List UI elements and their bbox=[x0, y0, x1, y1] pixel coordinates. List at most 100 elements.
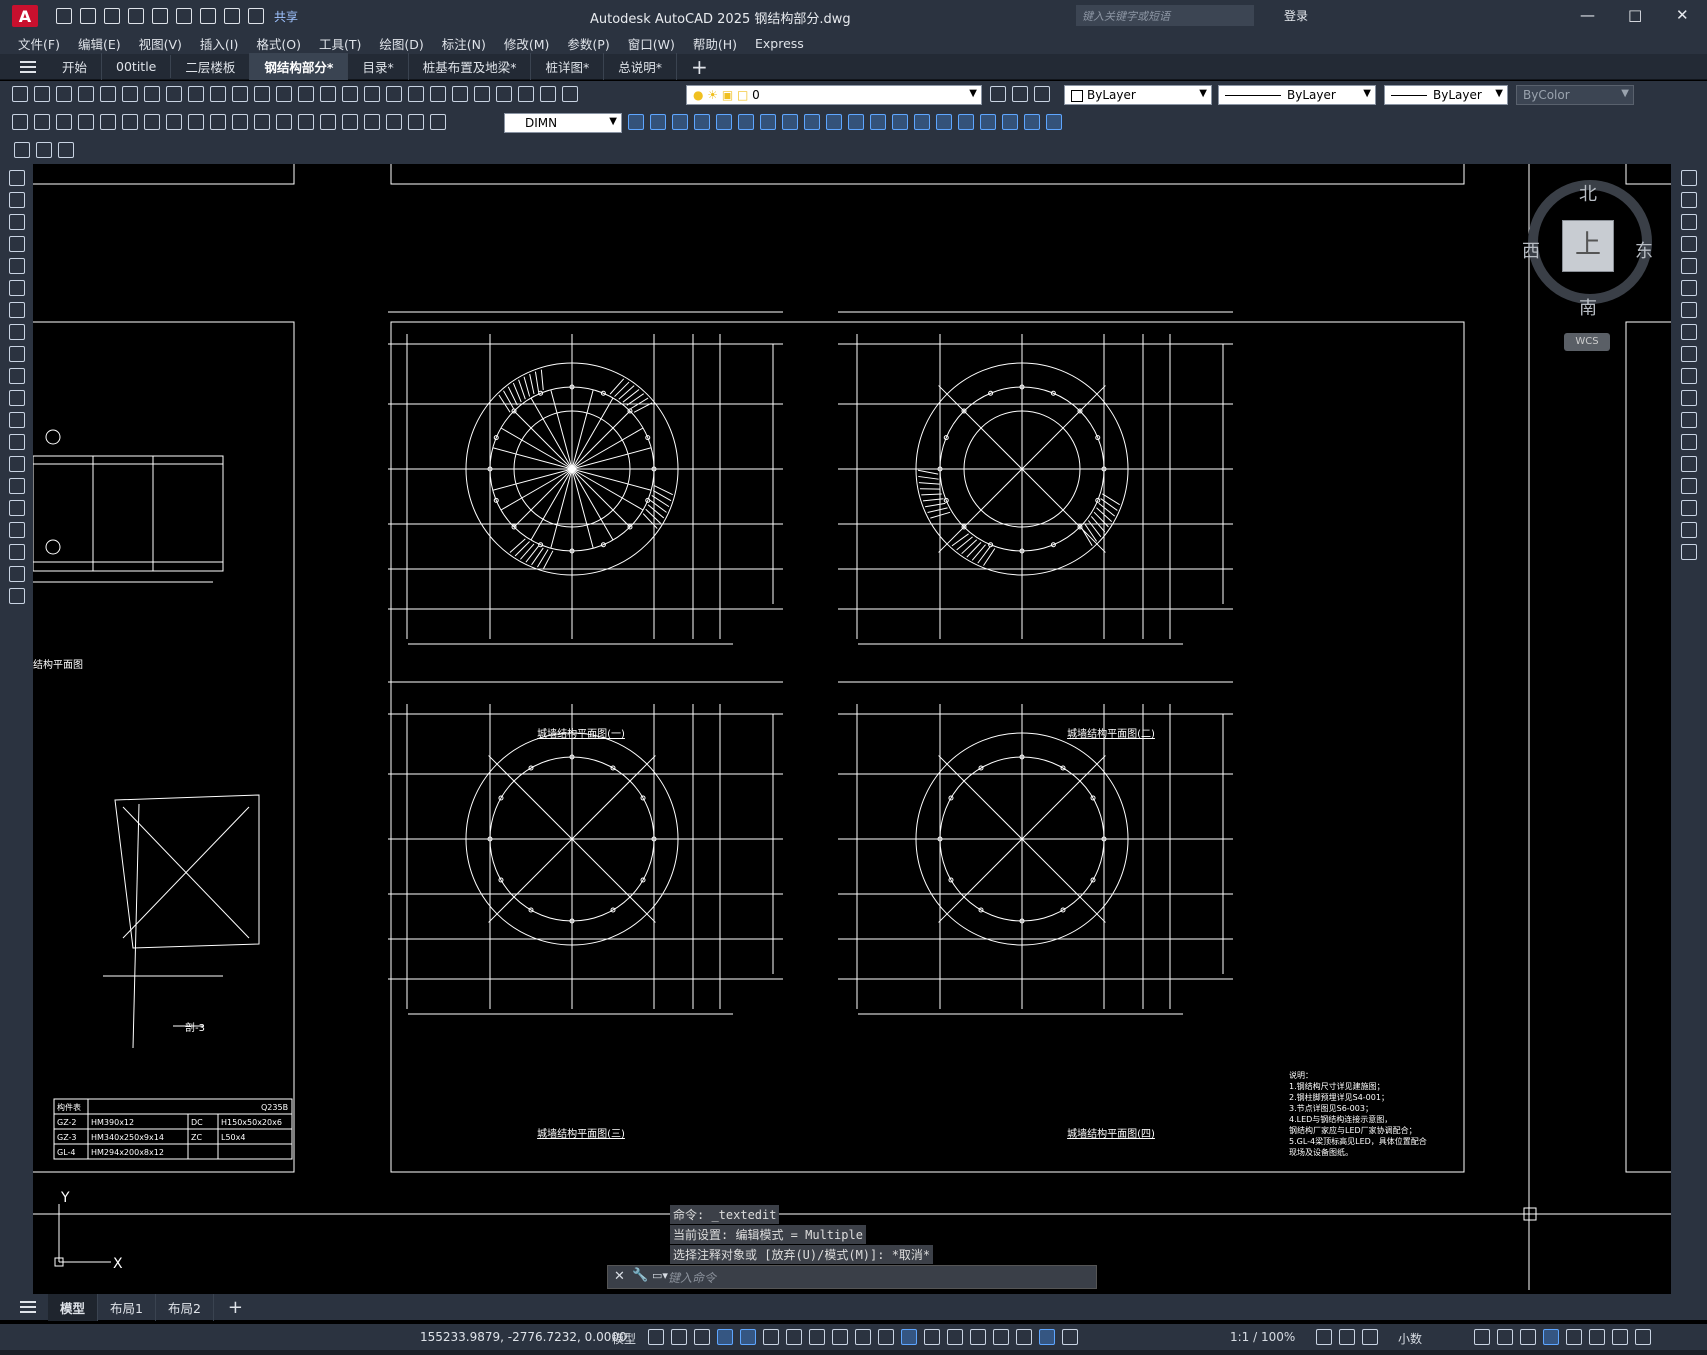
explode-icon[interactable] bbox=[1681, 544, 1697, 560]
layer-walk-icon[interactable] bbox=[58, 142, 74, 158]
command-prompt-icon[interactable]: ▭▾ bbox=[652, 1269, 668, 1282]
ellipse-arc-icon[interactable] bbox=[8, 390, 25, 406]
ordinate-icon[interactable] bbox=[78, 114, 94, 130]
copy-icon[interactable] bbox=[188, 86, 204, 102]
radius-icon[interactable] bbox=[100, 114, 116, 130]
new-tab-icon[interactable]: + bbox=[691, 55, 708, 79]
fillet-icon[interactable] bbox=[1681, 500, 1697, 516]
join-icon[interactable] bbox=[1681, 456, 1697, 472]
viewcube-east[interactable]: 东 bbox=[1635, 237, 1653, 263]
units-selector[interactable]: 小数 bbox=[1398, 1330, 1422, 1347]
menu-insert[interactable]: 插入(I) bbox=[200, 34, 238, 53]
selection-cycling-icon[interactable] bbox=[901, 1329, 917, 1345]
insert-icon[interactable] bbox=[8, 412, 25, 428]
linear-dim-icon[interactable] bbox=[12, 114, 28, 130]
lineweight-icon[interactable] bbox=[855, 1329, 871, 1345]
publish-icon[interactable] bbox=[152, 8, 168, 24]
baseline-icon[interactable] bbox=[210, 114, 226, 130]
redo-icon[interactable] bbox=[298, 86, 314, 102]
menu-draw[interactable]: 绘图(D) bbox=[379, 34, 423, 53]
paste-icon[interactable] bbox=[210, 86, 226, 102]
union-icon[interactable] bbox=[1002, 114, 1018, 130]
selection-filter-icon[interactable] bbox=[970, 1329, 986, 1345]
polygon-icon[interactable] bbox=[8, 236, 25, 252]
pan-icon[interactable] bbox=[320, 86, 336, 102]
print-icon[interactable] bbox=[200, 8, 216, 24]
menu-dimension[interactable]: 标注(N) bbox=[442, 34, 486, 53]
layout-menu-icon[interactable] bbox=[20, 1298, 36, 1316]
break-obj-icon[interactable] bbox=[870, 114, 886, 130]
save-as-icon[interactable] bbox=[128, 8, 144, 24]
annotation-scale[interactable]: 1:1 / 100% bbox=[1230, 1330, 1295, 1344]
explode-icon[interactable] bbox=[958, 114, 974, 130]
construction-line-icon[interactable] bbox=[8, 192, 25, 208]
customization-icon[interactable] bbox=[1589, 1329, 1605, 1345]
table-icon[interactable] bbox=[8, 544, 25, 560]
color-combo[interactable]: ByLayer ▼ bbox=[1064, 85, 1212, 105]
grid-icon[interactable] bbox=[648, 1329, 664, 1345]
insert-block-icon[interactable] bbox=[36, 142, 52, 158]
dim-edit-icon[interactable] bbox=[386, 114, 402, 130]
open-icon[interactable] bbox=[34, 86, 50, 102]
isolate-objects-icon[interactable] bbox=[1520, 1329, 1536, 1345]
auto-scale-icon[interactable] bbox=[1039, 1329, 1055, 1345]
units-icon[interactable] bbox=[1362, 1329, 1378, 1345]
close-icon[interactable]: ✕ bbox=[1676, 6, 1689, 24]
redo-icon[interactable] bbox=[248, 8, 264, 24]
wcs-menu-button[interactable]: WCS bbox=[1564, 333, 1610, 351]
dim-text-edit-icon[interactable] bbox=[408, 114, 424, 130]
polyline-icon[interactable] bbox=[8, 214, 25, 230]
diameter-icon[interactable] bbox=[144, 114, 160, 130]
object-snap-icon[interactable] bbox=[832, 1329, 848, 1345]
fullscreen-icon[interactable] bbox=[1612, 1329, 1628, 1345]
viewcube-west[interactable]: 西 bbox=[1522, 237, 1540, 263]
tab-pile-layout[interactable]: 桩基布置及地梁* bbox=[409, 53, 532, 80]
arc-icon[interactable] bbox=[8, 280, 25, 296]
gizmo-icon[interactable] bbox=[993, 1329, 1009, 1345]
menu-hamburger-icon[interactable] bbox=[20, 58, 36, 76]
viewcube-south[interactable]: 南 bbox=[1579, 294, 1597, 320]
block-edit-icon[interactable] bbox=[254, 86, 270, 102]
menu-parametric[interactable]: 参数(P) bbox=[567, 34, 609, 53]
array-icon[interactable] bbox=[716, 114, 732, 130]
spline-icon[interactable] bbox=[8, 346, 25, 362]
center-mark-icon[interactable] bbox=[320, 114, 336, 130]
tab-pile-detail[interactable]: 桩详图* bbox=[531, 53, 605, 80]
snap-icon[interactable] bbox=[671, 1329, 687, 1345]
arc-length-icon[interactable] bbox=[56, 114, 72, 130]
offset-icon[interactable] bbox=[1681, 236, 1697, 252]
gradient-icon[interactable] bbox=[8, 500, 25, 516]
plot-icon[interactable] bbox=[78, 86, 94, 102]
design-center-icon[interactable] bbox=[430, 86, 446, 102]
tab-contents[interactable]: 目录* bbox=[348, 53, 409, 80]
stretch-icon[interactable] bbox=[1681, 346, 1697, 362]
ellipse-icon[interactable] bbox=[8, 368, 25, 384]
tab-layout2[interactable]: 布局2 bbox=[156, 1293, 214, 1321]
3d-print-icon[interactable] bbox=[144, 86, 160, 102]
zoom-window-icon[interactable] bbox=[364, 86, 380, 102]
mirror-icon[interactable] bbox=[1681, 214, 1697, 230]
stretch-icon[interactable] bbox=[804, 114, 820, 130]
rotate-icon[interactable] bbox=[1681, 302, 1697, 318]
mirror-icon[interactable] bbox=[672, 114, 688, 130]
3d-osnap-icon[interactable] bbox=[924, 1329, 940, 1345]
coordinates-readout[interactable]: 155233.9879, -2776.7232, 0.0000 bbox=[420, 1330, 627, 1344]
layer-state-icon[interactable] bbox=[1034, 86, 1050, 102]
wrench-icon[interactable]: 🔧 bbox=[632, 1268, 648, 1283]
inspect-icon[interactable] bbox=[342, 114, 358, 130]
scale-icon[interactable] bbox=[782, 114, 798, 130]
menu-edit[interactable]: 编辑(E) bbox=[78, 34, 121, 53]
add-layout-icon[interactable]: + bbox=[228, 1297, 243, 1318]
sheet-set-icon[interactable] bbox=[474, 86, 490, 102]
line-icon[interactable] bbox=[8, 170, 25, 186]
trim-icon[interactable] bbox=[826, 114, 842, 130]
help-icon[interactable] bbox=[540, 86, 556, 102]
menu-tools[interactable]: 工具(T) bbox=[319, 34, 361, 53]
tab-general-notes[interactable]: 总说明* bbox=[604, 53, 677, 80]
move-icon[interactable] bbox=[1681, 280, 1697, 296]
erase-icon[interactable] bbox=[1681, 170, 1697, 186]
point-icon[interactable] bbox=[8, 456, 25, 472]
tab-second-floor[interactable]: 二层楼板 bbox=[171, 53, 251, 80]
fillet-icon[interactable] bbox=[936, 114, 952, 130]
blend-icon[interactable] bbox=[1681, 522, 1697, 538]
